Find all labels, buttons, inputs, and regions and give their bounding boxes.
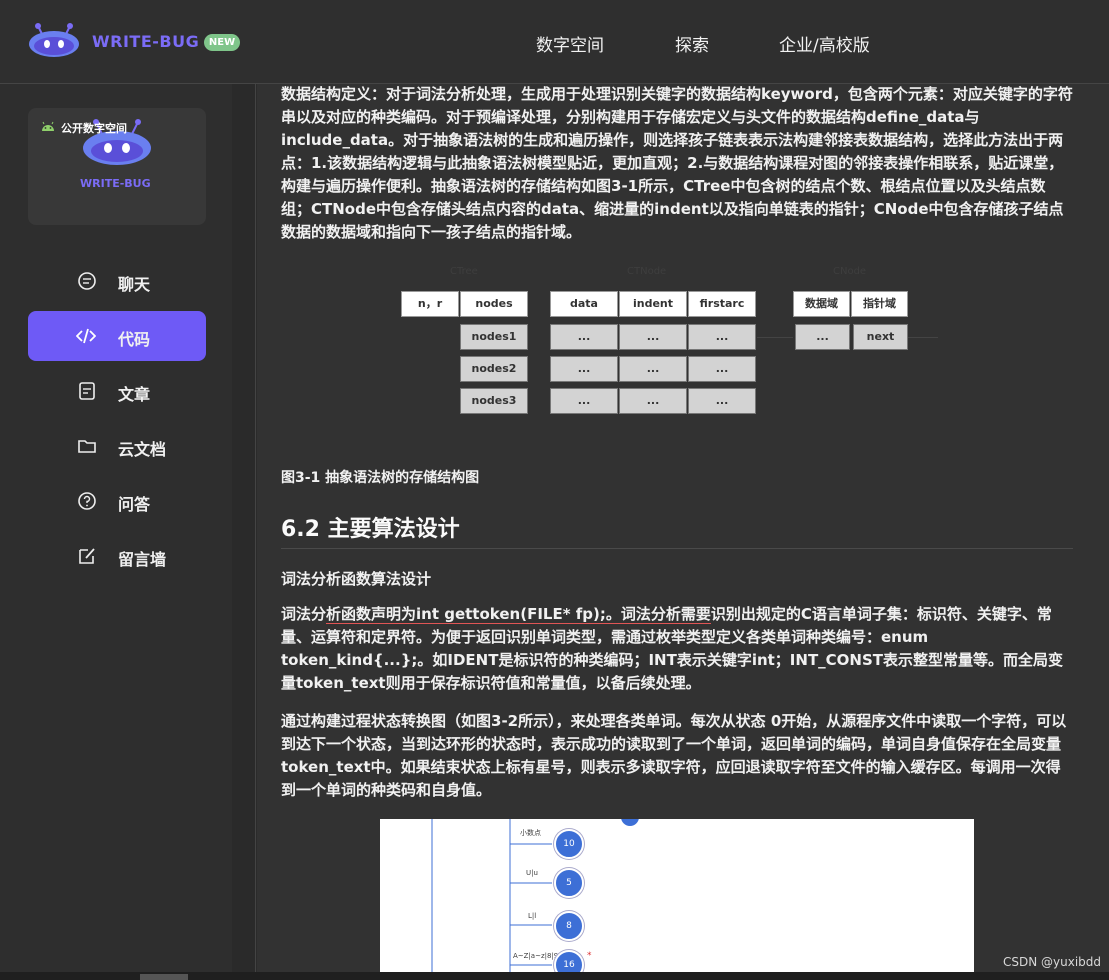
nav-explore[interactable]: 探索 bbox=[675, 31, 709, 56]
edge-label: L|l bbox=[528, 912, 537, 920]
diagram-cell: 数据域 bbox=[793, 291, 850, 317]
paragraph-data-structure: 数据结构定义：对于词法分析处理，生成用于处理识别关键字的数据结构keyword，… bbox=[281, 85, 1073, 241]
nav-digital-space[interactable]: 数字空间 bbox=[536, 31, 604, 56]
diagram-cell: nodes1 bbox=[460, 324, 528, 350]
state-node: 10 bbox=[554, 829, 584, 859]
public-space-label: 公开数字空间 bbox=[61, 122, 127, 135]
scrollbar-thumb[interactable] bbox=[140, 974, 188, 980]
figure-group-label: CTree bbox=[450, 266, 478, 277]
diagram-cell: ... bbox=[688, 356, 756, 382]
figure-group-label: CTNode bbox=[627, 266, 667, 277]
diagram-cell: firstarc bbox=[688, 291, 756, 317]
paragraph-state-transition: 通过构建过程状态转换图（如图3-2所示），来处理各类单词。每次从状态 0开始，从… bbox=[281, 712, 1067, 799]
diagram-cell: indent bbox=[619, 291, 687, 317]
figure-group-label: CNode bbox=[833, 266, 867, 277]
diagram-cell: ... bbox=[795, 324, 850, 350]
edge-label: A~Z|a~z|8|9 bbox=[513, 952, 559, 960]
edge-label: 小数点 bbox=[520, 829, 541, 837]
diagram-arrow bbox=[757, 337, 793, 338]
state-diagram-lines bbox=[431, 819, 639, 980]
brand-name[interactable]: WRITE-BUG bbox=[92, 32, 199, 51]
article-content: 数据结构定义：对于词法分析处理，生成用于处理识别关键字的数据结构keyword，… bbox=[257, 84, 1109, 980]
diagram-cell: ... bbox=[688, 324, 756, 350]
sidebar-item-code[interactable] bbox=[28, 311, 206, 361]
diagram-cell: ... bbox=[688, 388, 756, 414]
sidebar-item-chat[interactable] bbox=[28, 256, 206, 306]
diagram-cell: ... bbox=[550, 324, 618, 350]
sidebar-item-message-wall[interactable] bbox=[28, 531, 206, 581]
retract-star: * bbox=[587, 951, 592, 961]
write-bug-logo-icon[interactable] bbox=[28, 22, 80, 58]
sidebar-item-label: 聊天 bbox=[118, 275, 151, 294]
sidebar-item-label: 文章 bbox=[118, 385, 151, 404]
top-navigation-bar: WRITE-BUG NEW 数字空间 探索 企业/高校版 bbox=[0, 0, 1109, 84]
diagram-cell: ... bbox=[619, 388, 687, 414]
chat-icon bbox=[78, 272, 96, 290]
section-heading: 6.2 主要算法设计 bbox=[281, 517, 460, 542]
figure-3-2-image: 小数点 U|u L|l A~Z|a~z|8|9 10 5 8 16 * bbox=[380, 819, 974, 980]
edit-icon bbox=[79, 548, 95, 564]
android-icon bbox=[42, 121, 54, 131]
diagram-cell: data bbox=[550, 291, 618, 317]
state-node: 8 bbox=[554, 911, 584, 941]
subsection-heading: 词法分析函数算法设计 bbox=[281, 570, 432, 588]
folder-icon bbox=[78, 440, 96, 453]
code-icon bbox=[76, 328, 96, 344]
diagram-cell: next bbox=[853, 324, 908, 350]
diagram-cell: nodes2 bbox=[460, 356, 528, 382]
article-icon bbox=[79, 382, 95, 400]
sidebar-item-label: 留言墙 bbox=[118, 550, 167, 569]
sidebar-item-label: 云文档 bbox=[118, 440, 167, 459]
diagram-cell: ... bbox=[550, 356, 618, 382]
section-divider bbox=[281, 548, 1073, 549]
diagram-cell: ... bbox=[619, 324, 687, 350]
diagram-cell: ... bbox=[550, 388, 618, 414]
text-span: 词法分 bbox=[281, 605, 327, 623]
diagram-cell: nodes3 bbox=[460, 388, 528, 414]
sidebar-item-cloud-docs[interactable] bbox=[28, 421, 206, 471]
sidebar-item-article[interactable] bbox=[28, 366, 206, 416]
diagram-arrow bbox=[908, 337, 938, 338]
csdn-watermark: CSDN @yuxibdd bbox=[1003, 955, 1102, 969]
diagram-cell: nodes bbox=[460, 291, 528, 317]
sidebar-item-qa[interactable] bbox=[28, 476, 206, 526]
edge-label: U|u bbox=[526, 869, 538, 877]
diagram-cell: ... bbox=[619, 356, 687, 382]
state-node: 5 bbox=[554, 868, 584, 898]
spellcheck-underlined-text: 析函数声明为int gettoken(FILE* fp);。词法分析需要 bbox=[326, 605, 711, 624]
new-badge: NEW bbox=[204, 34, 240, 51]
sidebar-item-label: 问答 bbox=[118, 495, 151, 514]
space-brand-label: WRITE-BUG bbox=[80, 177, 151, 190]
sidebar-divider bbox=[232, 84, 256, 980]
diagram-cell: n，r bbox=[401, 291, 459, 317]
diagram-cell: 指针域 bbox=[851, 291, 908, 317]
paragraph-lexical-analysis: 词法分析函数声明为int gettoken(FILE* fp);。词法分析需要识… bbox=[281, 603, 1073, 695]
nav-enterprise-edition[interactable]: 企业/高校版 bbox=[779, 31, 870, 56]
figure-caption: 图3-1 抽象语法树的存储结构图 bbox=[281, 470, 480, 486]
question-icon bbox=[78, 492, 96, 510]
sidebar-item-label: 代码 bbox=[118, 330, 151, 349]
